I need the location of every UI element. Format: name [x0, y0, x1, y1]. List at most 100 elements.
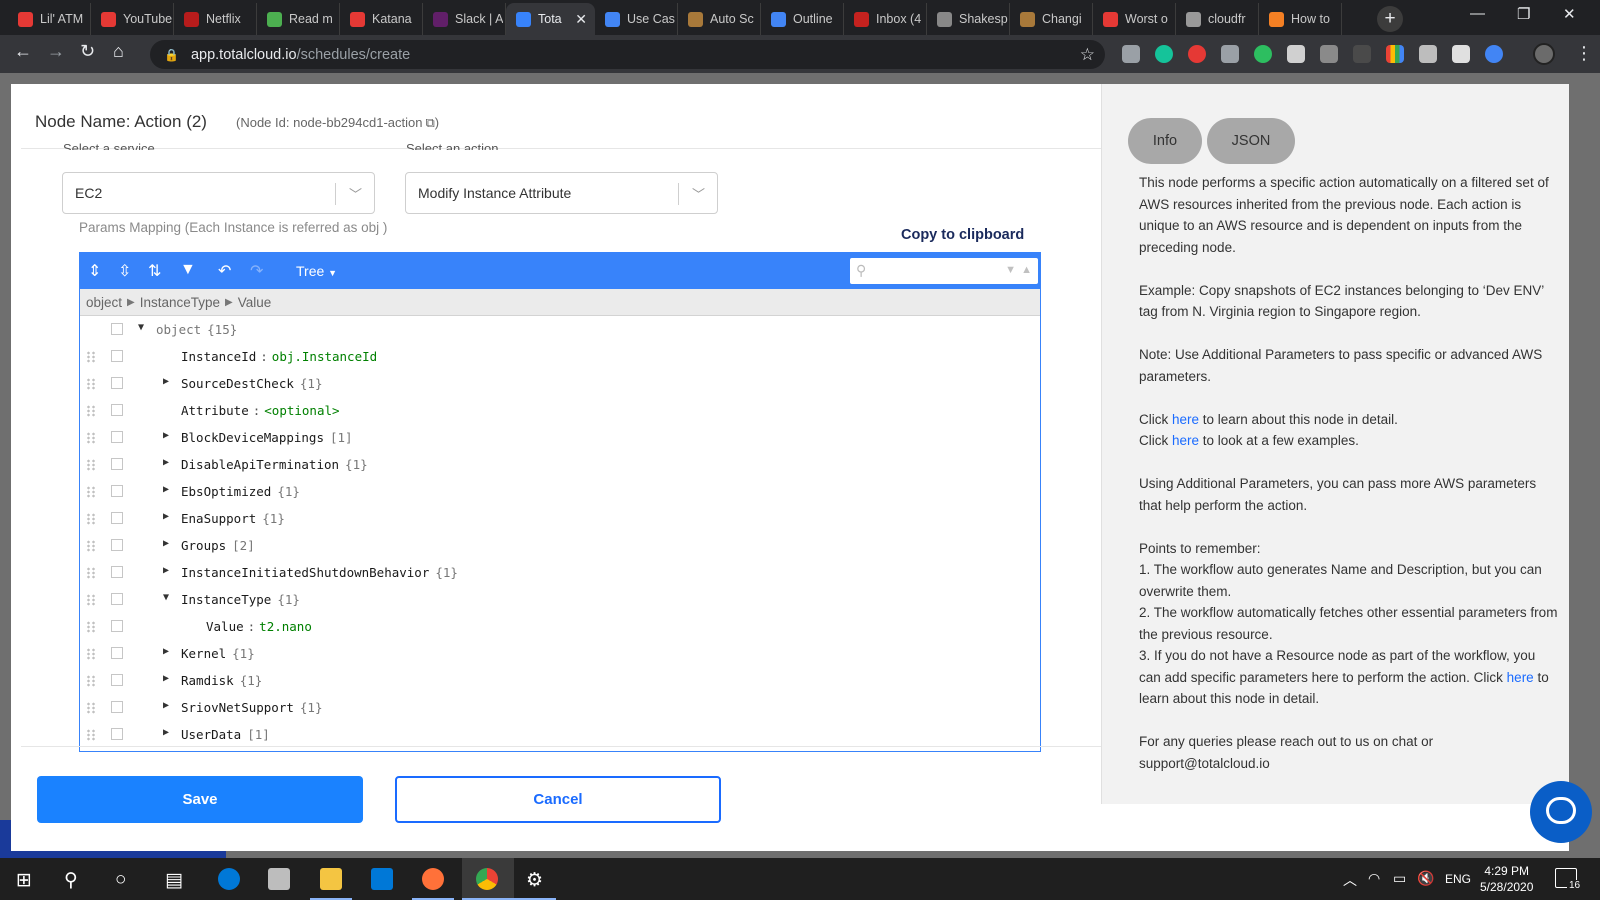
- drag-handle-icon[interactable]: [86, 378, 96, 390]
- extension-box-icon[interactable]: [1419, 45, 1437, 63]
- tree-row[interactable]: ▶ InstanceInitiatedShutdownBehavior {1}: [80, 559, 1040, 586]
- action-select[interactable]: Modify Instance Attribute ﹀: [405, 172, 718, 214]
- collapse-all-icon[interactable]: ⇳: [118, 261, 131, 281]
- row-checkbox[interactable]: [111, 377, 123, 389]
- tab-json[interactable]: JSON: [1207, 118, 1295, 164]
- expand-triangle-icon[interactable]: ▶: [163, 457, 169, 468]
- drag-handle-icon[interactable]: [86, 675, 96, 687]
- row-checkbox[interactable]: [111, 404, 123, 416]
- tree-row[interactable]: ▶ Kernel {1}: [80, 640, 1040, 667]
- row-checkbox[interactable]: [111, 350, 123, 362]
- battery-icon[interactable]: ▭: [1393, 870, 1406, 887]
- chat-widget-button[interactable]: [1530, 781, 1592, 843]
- cortana-icon[interactable]: ○: [115, 869, 126, 891]
- expand-triangle-icon[interactable]: ▶: [163, 727, 169, 738]
- address-bar[interactable]: 🔒 app.totalcloud.io/schedules/create ☆: [150, 40, 1105, 69]
- path-segment[interactable]: Value: [238, 295, 272, 310]
- tree-field[interactable]: InstanceId: obj.InstanceId: [181, 349, 377, 364]
- close-window-icon[interactable]: ✕: [1563, 5, 1576, 23]
- tree-row[interactable]: ▶ SourceDestCheck {1}: [80, 370, 1040, 397]
- expand-all-icon[interactable]: ⇕: [88, 261, 101, 281]
- wifi-icon[interactable]: ◠: [1368, 870, 1380, 887]
- tree-row[interactable]: ▼ object {15}: [80, 316, 1040, 343]
- tree-field[interactable]: SriovNetSupport {1}: [181, 700, 322, 715]
- row-checkbox[interactable]: [111, 485, 123, 497]
- settings-gear-icon[interactable]: ⚙: [526, 869, 543, 892]
- browser-tab[interactable]: YouTube: [91, 3, 174, 35]
- browser-tab[interactable]: cloudfr: [1176, 3, 1259, 35]
- drag-handle-icon[interactable]: [86, 729, 96, 741]
- drag-handle-icon[interactable]: [86, 513, 96, 525]
- row-checkbox[interactable]: [111, 701, 123, 713]
- tray-chevron-up-icon[interactable]: ︿: [1343, 870, 1357, 890]
- firefox-icon[interactable]: [422, 868, 444, 890]
- tree-row[interactable]: InstanceId: obj.InstanceId: [80, 343, 1040, 370]
- point-3-link[interactable]: here: [1507, 670, 1534, 685]
- tree-field[interactable]: EnaSupport {1}: [181, 511, 285, 526]
- mail-icon[interactable]: [371, 868, 393, 890]
- tree-field[interactable]: Value: t2.nano: [206, 619, 312, 634]
- service-select[interactable]: EC2 ﹀: [62, 172, 375, 214]
- filter-icon[interactable]: ▼: [180, 261, 196, 279]
- row-checkbox[interactable]: [111, 539, 123, 551]
- collapse-triangle-icon[interactable]: ▼: [163, 592, 169, 603]
- redo-icon[interactable]: ↷: [250, 261, 263, 281]
- browser-tab[interactable]: Tota ✕: [506, 3, 595, 35]
- expand-triangle-icon[interactable]: ▶: [163, 430, 169, 441]
- row-checkbox[interactable]: [111, 512, 123, 524]
- expand-triangle-icon[interactable]: ▶: [163, 376, 169, 387]
- drag-handle-icon[interactable]: [86, 702, 96, 714]
- expand-triangle-icon[interactable]: ▶: [163, 484, 169, 495]
- tree-row[interactable]: ▶ SriovNetSupport {1}: [80, 694, 1040, 721]
- tree-field[interactable]: Ramdisk {1}: [181, 673, 262, 688]
- browser-tab[interactable]: Inbox (4: [844, 3, 927, 35]
- row-checkbox[interactable]: [111, 458, 123, 470]
- tree-row[interactable]: ▶ EnaSupport {1}: [80, 505, 1040, 532]
- minimize-icon[interactable]: —: [1470, 5, 1485, 22]
- browser-tab[interactable]: Auto Sc: [678, 3, 761, 35]
- expand-triangle-icon[interactable]: ▶: [163, 511, 169, 522]
- examples-link[interactable]: here: [1172, 433, 1199, 448]
- volume-muted-icon[interactable]: 🔇: [1417, 870, 1434, 887]
- cancel-button[interactable]: Cancel: [395, 776, 721, 823]
- tree-row[interactable]: Value: t2.nano: [80, 613, 1040, 640]
- tree-row[interactable]: ▶ BlockDeviceMappings [1]: [80, 424, 1040, 451]
- extension-react-icon[interactable]: [1452, 45, 1470, 63]
- browser-tab[interactable]: How to: [1259, 3, 1342, 35]
- extension-grey-icon[interactable]: [1353, 45, 1371, 63]
- restore-icon[interactable]: ❐: [1517, 5, 1530, 23]
- drag-handle-icon[interactable]: [86, 621, 96, 633]
- tree-field[interactable]: Attribute: <optional>: [181, 403, 340, 418]
- chevron-down-icon[interactable]: ﹀: [349, 184, 362, 203]
- edge-icon[interactable]: [218, 868, 240, 890]
- drag-handle-icon[interactable]: [86, 351, 96, 363]
- search-previous-icon[interactable]: ▲: [1021, 264, 1032, 276]
- reload-icon[interactable]: ↻: [80, 41, 95, 62]
- tree-row[interactable]: ▶ DisableApiTermination {1}: [80, 451, 1040, 478]
- tree-field[interactable]: InstanceInitiatedShutdownBehavior {1}: [181, 565, 458, 580]
- drag-handle-icon[interactable]: [86, 486, 96, 498]
- tree-row[interactable]: Attribute: <optional>: [80, 397, 1040, 424]
- home-icon[interactable]: ⌂: [113, 41, 124, 62]
- tree-row[interactable]: ▶ UserData [1]: [80, 721, 1040, 748]
- extension-adblock-icon[interactable]: [1188, 45, 1206, 63]
- tree-field[interactable]: Kernel {1}: [181, 646, 255, 661]
- tree-field[interactable]: DisableApiTermination {1}: [181, 457, 368, 472]
- forward-icon[interactable]: →: [47, 41, 65, 62]
- extension-rocket-icon[interactable]: [1122, 45, 1140, 63]
- expand-triangle-icon[interactable]: ▶: [163, 700, 169, 711]
- chrome-icon[interactable]: [476, 868, 498, 890]
- search-next-icon[interactable]: ▼: [1005, 264, 1016, 276]
- collapse-triangle-icon[interactable]: ▼: [138, 322, 144, 333]
- row-checkbox[interactable]: [111, 323, 123, 335]
- drag-handle-icon[interactable]: [86, 432, 96, 444]
- language-indicator[interactable]: ENG: [1445, 872, 1471, 886]
- tab-info[interactable]: Info: [1128, 118, 1202, 164]
- drag-handle-icon[interactable]: [86, 405, 96, 417]
- tab-close-icon[interactable]: ✕: [575, 11, 587, 28]
- browser-tab[interactable]: Katana: [340, 3, 423, 35]
- drag-handle-icon[interactable]: [86, 594, 96, 606]
- expand-triangle-icon[interactable]: ▶: [163, 646, 169, 657]
- extension-evernote-icon[interactable]: [1254, 45, 1272, 63]
- extension-dots-icon[interactable]: [1320, 45, 1338, 63]
